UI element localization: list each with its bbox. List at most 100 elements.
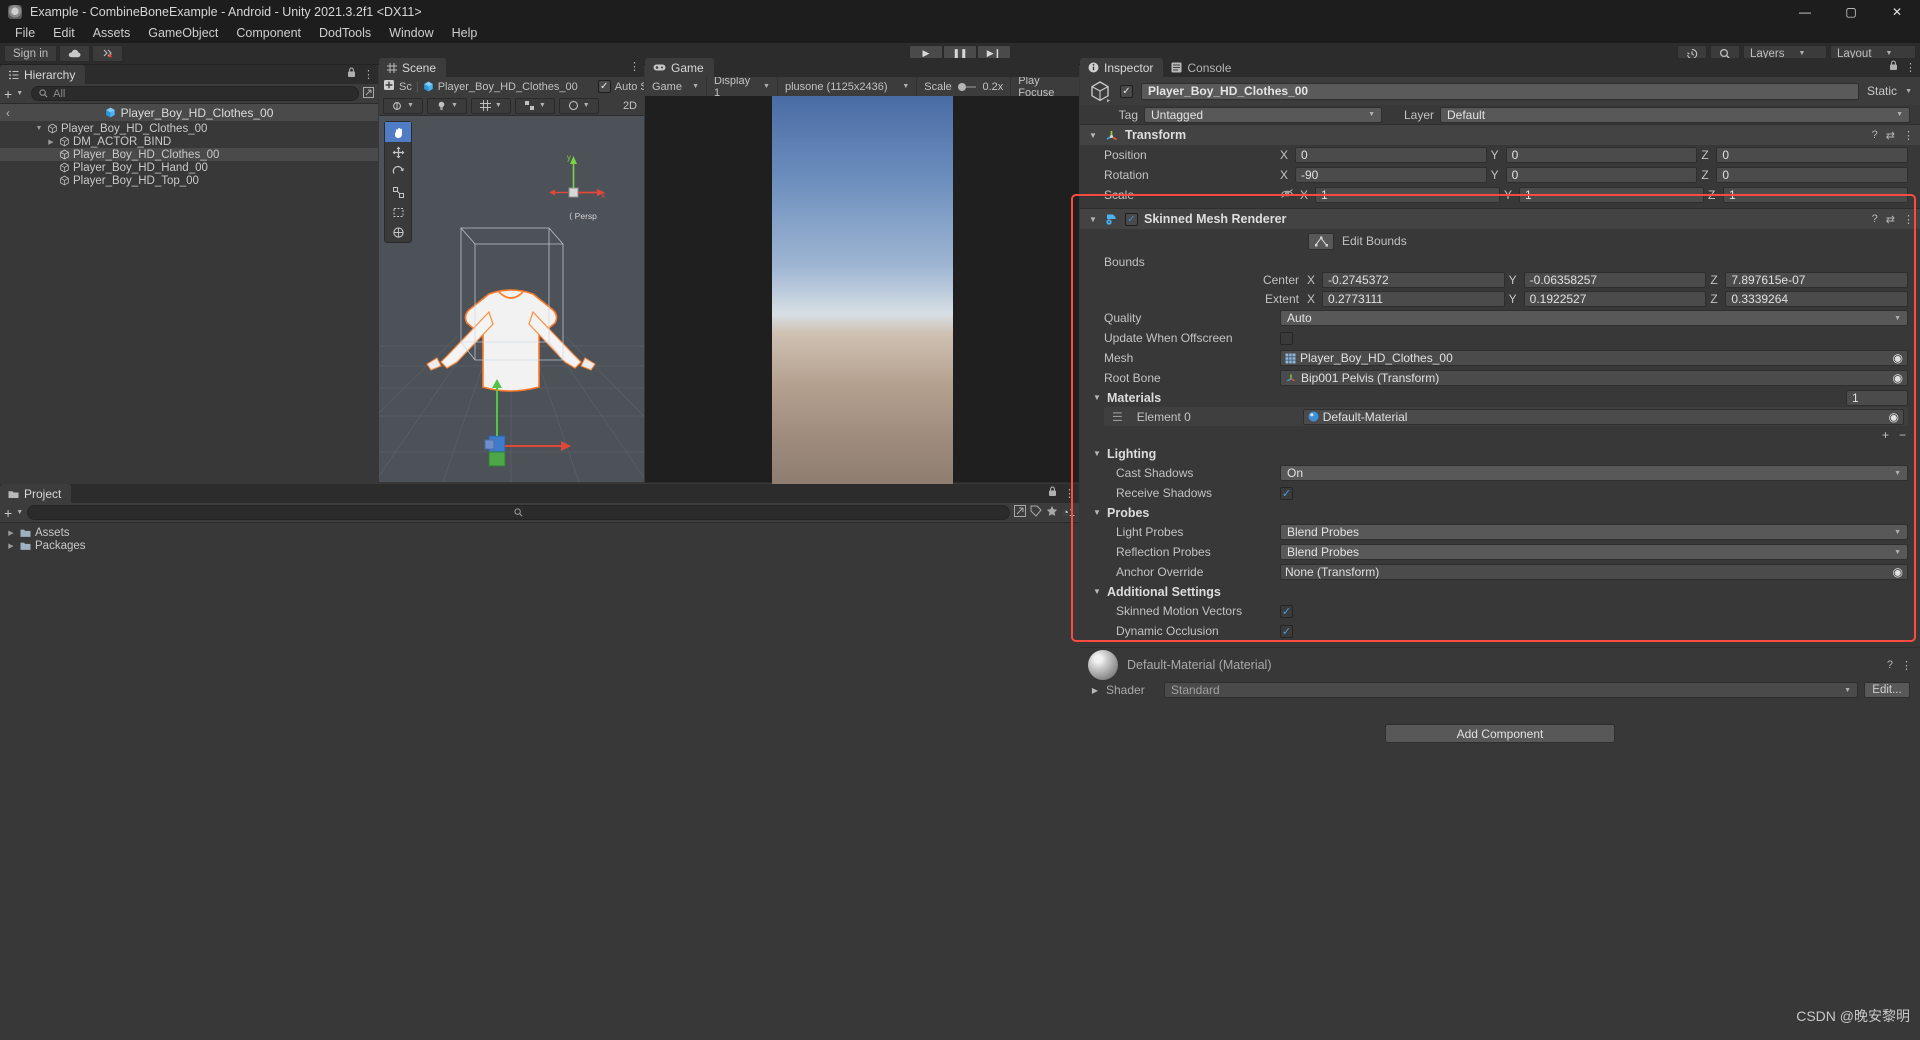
menu-window[interactable]: Window: [380, 24, 442, 42]
project-item-assets[interactable]: ▶ Assets: [0, 526, 1079, 539]
reflection-probes-dropdown[interactable]: Blend Probes ▼: [1280, 544, 1908, 560]
anchor-override-picker-icon[interactable]: ◉: [1893, 565, 1903, 579]
bounds-center-z-input[interactable]: 7.897615e-07: [1725, 271, 1909, 288]
dynamic-occlusion-checkbox[interactable]: ✓: [1280, 624, 1293, 638]
tab-game[interactable]: Game: [645, 58, 714, 77]
gizmos-dropdown[interactable]: ▼: [558, 97, 599, 114]
project-view-icon[interactable]: ◔1: [1062, 507, 1075, 519]
skinned-mesh-renderer-header[interactable]: ▼ ✓ Skinned Mesh Renderer ? ⇄ ⋮: [1080, 208, 1920, 229]
scale-link-off-icon[interactable]: [1280, 188, 1294, 202]
position-y-input[interactable]: 0: [1505, 147, 1698, 163]
scale-y-input[interactable]: 1: [1519, 187, 1704, 203]
inspector-menu-icon[interactable]: ⋮: [1905, 61, 1916, 74]
mesh-picker-icon[interactable]: ◉: [1893, 351, 1903, 365]
project-add-button[interactable]: +: [4, 505, 12, 521]
menu-help[interactable]: Help: [443, 24, 487, 42]
bounds-extent-z-input[interactable]: 0.3339264: [1725, 290, 1909, 307]
bounds-center-x-input[interactable]: -0.2745372: [1322, 271, 1505, 288]
scene-viewport[interactable]: y x ⟨ Persp: [379, 116, 644, 482]
transform-preset-icon[interactable]: ⇄: [1886, 129, 1895, 142]
hierarchy-item-4[interactable]: Player_Boy_HD_Top_00: [0, 174, 378, 187]
transform-tool[interactable]: [385, 222, 411, 242]
grid-toggle[interactable]: ▼: [470, 97, 511, 114]
lighting-foldout-icon[interactable]: ▼: [1092, 449, 1102, 458]
project-add-caret-icon[interactable]: ▼: [16, 509, 23, 516]
bounds-extent-y-input[interactable]: 0.1922527: [1523, 290, 1707, 307]
bounds-center-y-input[interactable]: -0.06358257: [1523, 271, 1707, 288]
lock-icon[interactable]: [347, 67, 356, 81]
shader-edit-button[interactable]: Edit...: [1864, 682, 1910, 698]
hierarchy-breadcrumb[interactable]: ‹ Player_Boy_HD_Clothes_00: [0, 104, 378, 121]
rect-tool[interactable]: [385, 202, 411, 222]
smr-menu-icon[interactable]: ⋮: [1903, 213, 1914, 226]
tab-project[interactable]: Project: [0, 484, 72, 503]
hierarchy-add-button[interactable]: +: [4, 86, 12, 102]
position-x-input[interactable]: 0: [1295, 147, 1487, 163]
anchor-override-field[interactable]: None (Transform) ◉: [1280, 564, 1908, 580]
scale-slider[interactable]: Scale 0.2x: [917, 77, 1012, 96]
object-name-input[interactable]: Player_Boy_HD_Clothes_00: [1141, 82, 1860, 100]
update-offscreen-checkbox[interactable]: [1280, 331, 1293, 345]
edit-bounds-icon[interactable]: [1308, 232, 1334, 250]
menu-file[interactable]: File: [6, 24, 44, 42]
close-button[interactable]: ✕: [1874, 0, 1920, 23]
account-icon[interactable]: [92, 45, 124, 62]
display-dropdown[interactable]: Display 1 ▼: [707, 75, 778, 99]
receive-shadows-checkbox[interactable]: ✓: [1280, 486, 1293, 500]
hierarchy-item-1[interactable]: ▶ DM_ACTOR_BIND: [0, 135, 378, 148]
add-component-button[interactable]: Add Component: [1385, 724, 1615, 743]
mesh-object-field[interactable]: Player_Boy_HD_Clothes_00 ◉: [1280, 350, 1908, 366]
transform-menu-icon[interactable]: ⋮: [1903, 129, 1914, 142]
project-item-packages[interactable]: ▶ Packages: [0, 539, 1079, 552]
bounds-extent-x-input[interactable]: 0.2773111: [1322, 290, 1505, 307]
root-bone-picker-icon[interactable]: ◉: [1893, 371, 1903, 385]
material-foldout-icon[interactable]: ▶: [1090, 686, 1100, 695]
menu-dodtools[interactable]: DodTools: [310, 24, 380, 42]
root-bone-object-field[interactable]: Bip001 Pelvis (Transform) ◉: [1280, 370, 1908, 386]
scene-2d-toggle[interactable]: 2D: [623, 100, 640, 112]
tab-console[interactable]: Console: [1163, 58, 1241, 77]
twist-icon-0[interactable]: ▼: [34, 125, 44, 132]
hierarchy-add-caret-icon[interactable]: ▼: [16, 90, 23, 97]
hand-tool[interactable]: [385, 122, 411, 142]
transform-foldout-icon[interactable]: ▼: [1088, 131, 1098, 140]
material-drag-handle-icon[interactable]: ☰: [1104, 410, 1123, 424]
scale-slider-handle[interactable]: [957, 82, 966, 91]
hierarchy-menu-icon[interactable]: ⋮: [363, 68, 374, 81]
lighting-toggle[interactable]: ▼: [426, 97, 467, 114]
menu-component[interactable]: Component: [227, 24, 310, 42]
twist-icon-1[interactable]: ▶: [46, 138, 56, 146]
shading-mode-icon[interactable]: [383, 79, 395, 94]
rotation-x-input[interactable]: -90: [1295, 167, 1487, 183]
shader-dropdown[interactable]: Standard ▼: [1164, 682, 1858, 698]
rotation-y-input[interactable]: 0: [1505, 167, 1698, 183]
game-viewport[interactable]: [645, 96, 1079, 485]
scene-menu-icon[interactable]: ⋮: [629, 60, 640, 73]
cloud-icon[interactable]: [59, 45, 91, 62]
minimize-button[interactable]: —: [1782, 0, 1828, 23]
material-remove-button[interactable]: −: [1899, 428, 1906, 442]
edit-bounds-label[interactable]: Edit Bounds: [1342, 234, 1407, 248]
material-element-field[interactable]: Default-Material ◉: [1302, 408, 1904, 425]
auto-save-checkbox[interactable]: ✓: [597, 80, 611, 93]
light-probes-dropdown[interactable]: Blend Probes ▼: [1280, 524, 1908, 540]
rotation-z-input[interactable]: 0: [1716, 167, 1909, 183]
materials-foldout-icon[interactable]: ▼: [1092, 393, 1102, 402]
project-search-input[interactable]: [27, 505, 1011, 520]
material-help-icon[interactable]: ?: [1887, 659, 1893, 671]
scale-x-input[interactable]: 1: [1315, 187, 1500, 203]
twist-icon-assets[interactable]: ▶: [6, 529, 16, 537]
smr-help-icon[interactable]: ?: [1872, 213, 1878, 225]
menu-assets[interactable]: Assets: [84, 24, 140, 42]
resolution-dropdown[interactable]: plusone (1125x2436) ▼: [778, 77, 918, 96]
quality-dropdown[interactable]: Auto ▼: [1280, 310, 1908, 326]
project-label-icon[interactable]: [1030, 505, 1042, 520]
additional-settings-foldout-icon[interactable]: ▼: [1092, 587, 1102, 596]
object-enabled-checkbox[interactable]: ✓: [1120, 84, 1133, 98]
menu-gameobject[interactable]: GameObject: [139, 24, 227, 42]
scale-tool[interactable]: [385, 182, 411, 202]
move-tool[interactable]: [385, 142, 411, 162]
position-z-input[interactable]: 0: [1716, 147, 1909, 163]
materials-count-input[interactable]: 1: [1846, 389, 1908, 406]
hierarchy-search-expand-icon[interactable]: [363, 86, 374, 101]
